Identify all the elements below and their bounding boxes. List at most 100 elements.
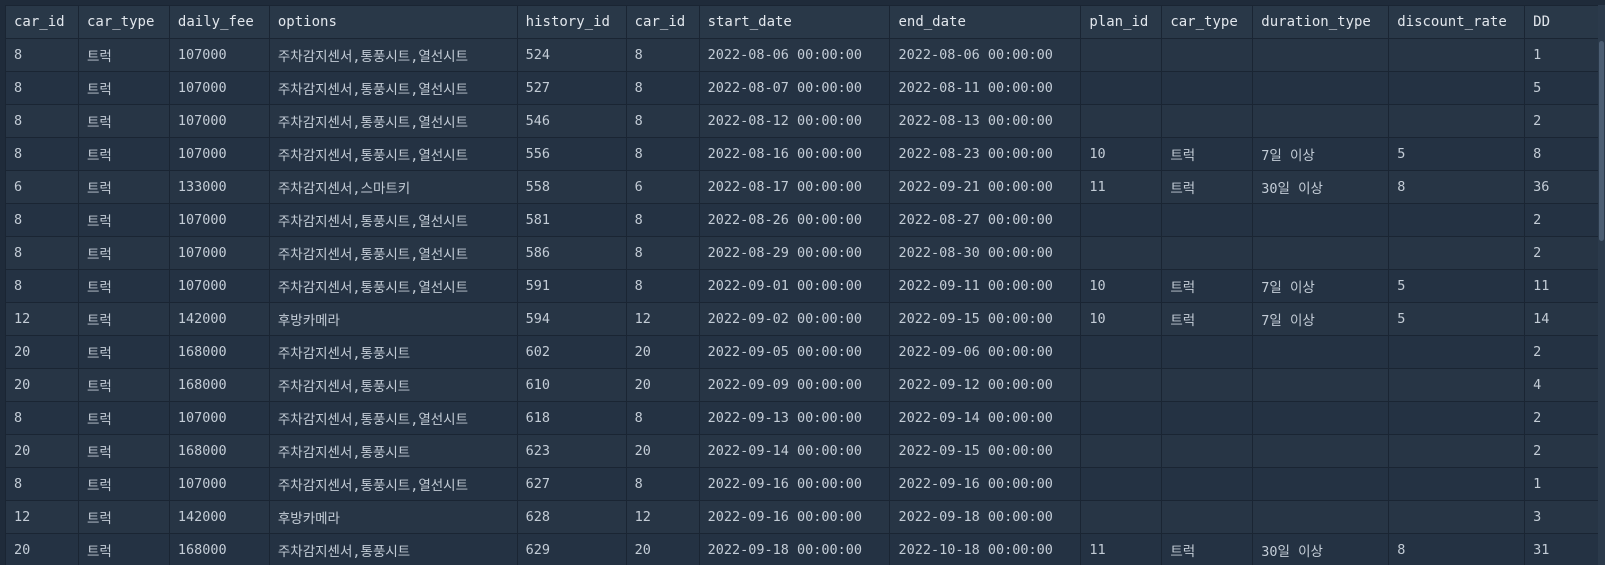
table-cell[interactable]: 2 <box>1524 104 1605 138</box>
table-cell[interactable]: 20 <box>5 434 79 468</box>
table-cell[interactable] <box>1161 368 1254 402</box>
table-cell[interactable]: 107000 <box>168 38 270 72</box>
table-cell[interactable]: 2022-09-21 00:00:00 <box>889 170 1082 204</box>
table-cell[interactable]: 168000 <box>168 533 270 565</box>
table-cell[interactable] <box>1252 236 1390 270</box>
table-cell[interactable]: 546 <box>516 104 627 138</box>
table-cell[interactable]: 2022-09-11 00:00:00 <box>889 269 1082 303</box>
table-cell[interactable]: 2022-08-13 00:00:00 <box>889 104 1082 138</box>
table-cell[interactable]: 후방카메라 <box>268 500 518 534</box>
table-cell[interactable] <box>1080 104 1163 138</box>
table-cell[interactable]: 168000 <box>168 434 270 468</box>
table-cell[interactable] <box>1388 236 1526 270</box>
table-cell[interactable]: 트럭 <box>1161 269 1254 303</box>
table-cell[interactable]: 168000 <box>168 368 270 402</box>
table-cell[interactable]: 12 <box>625 500 700 534</box>
table-cell[interactable] <box>1161 104 1254 138</box>
table-cell[interactable]: 트럭 <box>77 203 170 237</box>
table-cell[interactable] <box>1252 71 1390 105</box>
table-cell[interactable]: 2022-09-01 00:00:00 <box>698 269 891 303</box>
table-cell[interactable] <box>1252 104 1390 138</box>
table-cell[interactable] <box>1252 335 1390 369</box>
table-cell[interactable]: 12 <box>625 302 700 336</box>
table-cell[interactable]: 20 <box>625 434 700 468</box>
table-cell[interactable]: 주차감지센서,통풍시트 <box>268 533 518 565</box>
table-cell[interactable] <box>1388 104 1526 138</box>
table-cell[interactable]: 2022-09-14 00:00:00 <box>698 434 891 468</box>
table-cell[interactable]: 20 <box>625 533 700 565</box>
column-header[interactable]: discount_rate <box>1388 5 1526 39</box>
table-cell[interactable] <box>1388 203 1526 237</box>
table-cell[interactable]: 6 <box>5 170 79 204</box>
table-row[interactable]: 12 트럭 142000 후방카메라 628 12 2022-09-16 00:00:00 2… <box>5 500 1605 534</box>
table-cell[interactable] <box>1161 500 1254 534</box>
table-cell[interactable]: 20 <box>5 533 79 565</box>
table-cell[interactable]: 트럭 <box>77 38 170 72</box>
table-row[interactable]: 20 트럭 168000 주차감지센서,통풍시트 602 20 2022-09-05 00:… <box>5 335 1605 369</box>
column-header[interactable]: car_id <box>625 5 700 39</box>
table-cell[interactable]: 5 <box>1388 269 1526 303</box>
table-cell[interactable] <box>1252 434 1390 468</box>
table-cell[interactable] <box>1388 500 1526 534</box>
table-cell[interactable] <box>1080 500 1163 534</box>
table-cell[interactable]: 107000 <box>168 104 270 138</box>
table-cell[interactable]: 8 <box>625 203 700 237</box>
table-cell[interactable]: 107000 <box>168 269 270 303</box>
table-cell[interactable]: 2022-09-06 00:00:00 <box>889 335 1082 369</box>
table-cell[interactable]: 8 <box>1524 137 1605 171</box>
table-row[interactable]: 8 트럭 107000 주차감지센서,통풍시트,열선시트 581 8 2022-08-26 … <box>5 203 1605 237</box>
table-cell[interactable]: 2022-08-23 00:00:00 <box>889 137 1082 171</box>
table-cell[interactable] <box>1080 236 1163 270</box>
table-cell[interactable] <box>1252 38 1390 72</box>
table-row[interactable]: 20 트럭 168000 주차감지센서,통풍시트 610 20 2022-09-09 00:… <box>5 368 1605 402</box>
table-cell[interactable]: 623 <box>516 434 627 468</box>
column-header[interactable]: end_date <box>889 5 1082 39</box>
table-cell[interactable]: 2022-08-17 00:00:00 <box>698 170 891 204</box>
table-cell[interactable] <box>1252 467 1390 501</box>
table-cell[interactable]: 주차감지센서,통풍시트 <box>268 368 518 402</box>
table-cell[interactable]: 8 <box>625 71 700 105</box>
table-cell[interactable] <box>1388 467 1526 501</box>
table-cell[interactable]: 트럭 <box>77 137 170 171</box>
table-cell[interactable]: 주차감지센서,통풍시트,열선시트 <box>268 203 518 237</box>
table-row[interactable]: 12 트럭 142000 후방카메라 594 12 2022-09-02 00:00:00 2… <box>5 302 1605 336</box>
table-cell[interactable]: 2022-09-09 00:00:00 <box>698 368 891 402</box>
table-cell[interactable]: 2022-08-12 00:00:00 <box>698 104 891 138</box>
table-cell[interactable] <box>1388 434 1526 468</box>
table-cell[interactable]: 주차감지센서,통풍시트,열선시트 <box>268 71 518 105</box>
table-cell[interactable]: 8 <box>625 269 700 303</box>
table-cell[interactable]: 2022-09-18 00:00:00 <box>889 500 1082 534</box>
table-cell[interactable]: 주차감지센서,통풍시트 <box>268 434 518 468</box>
table-cell[interactable]: 8 <box>625 104 700 138</box>
table-cell[interactable]: 8 <box>5 401 79 435</box>
table-cell[interactable]: 12 <box>5 302 79 336</box>
column-header[interactable]: car_type <box>77 5 170 39</box>
table-cell[interactable]: 142000 <box>168 500 270 534</box>
table-cell[interactable]: 20 <box>625 368 700 402</box>
table-cell[interactable]: 2022-09-15 00:00:00 <box>889 434 1082 468</box>
table-cell[interactable]: 8 <box>625 401 700 435</box>
table-cell[interactable]: 107000 <box>168 401 270 435</box>
table-row[interactable]: 20 트럭 168000 주차감지센서,통풍시트 623 20 2022-09-14 00:… <box>5 434 1605 468</box>
table-cell[interactable]: 주차감지센서,통풍시트,열선시트 <box>268 401 518 435</box>
table-cell[interactable]: 594 <box>516 302 627 336</box>
table-cell[interactable]: 20 <box>625 335 700 369</box>
table-cell[interactable]: 7일 이상 <box>1252 137 1390 171</box>
table-cell[interactable] <box>1161 203 1254 237</box>
table-cell[interactable]: 107000 <box>168 236 270 270</box>
table-cell[interactable]: 8 <box>5 137 79 171</box>
table-cell[interactable]: 트럭 <box>77 467 170 501</box>
table-cell[interactable] <box>1080 401 1163 435</box>
table-row[interactable]: 20 트럭 168000 주차감지센서,통풍시트 629 20 2022-09-18 00:… <box>5 533 1605 565</box>
table-cell[interactable]: 581 <box>516 203 627 237</box>
table-cell[interactable] <box>1161 38 1254 72</box>
table-cell[interactable]: 2022-09-16 00:00:00 <box>698 467 891 501</box>
table-cell[interactable]: 2022-08-30 00:00:00 <box>889 236 1082 270</box>
table-cell[interactable] <box>1080 38 1163 72</box>
table-cell[interactable]: 트럭 <box>77 269 170 303</box>
table-cell[interactable] <box>1161 401 1254 435</box>
table-cell[interactable] <box>1080 368 1163 402</box>
table-cell[interactable]: 2022-08-26 00:00:00 <box>698 203 891 237</box>
table-cell[interactable]: 주차감지센서,통풍시트 <box>268 335 518 369</box>
table-cell[interactable]: 8 <box>625 467 700 501</box>
